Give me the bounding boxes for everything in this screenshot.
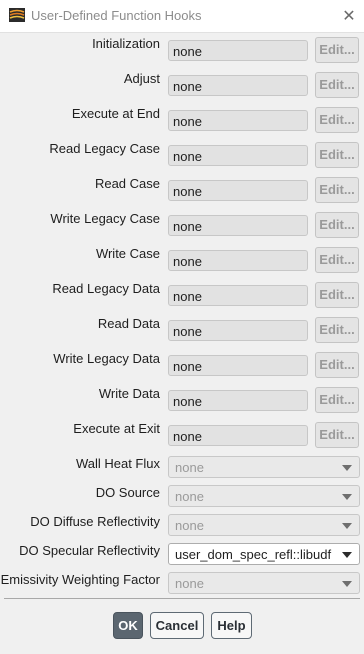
chevron-down-icon	[342, 552, 352, 558]
chevron-down-icon	[342, 465, 352, 471]
hook-label: Read Legacy Case	[49, 141, 160, 156]
dropdown-label: DO Diffuse Reflectivity	[30, 514, 160, 529]
fluent-app-icon	[9, 8, 25, 22]
initialization-edit-button[interactable]: Edit...	[315, 37, 359, 63]
dropdown-row-wall-heat-flux: Wall Heat Flux none	[0, 456, 364, 486]
do-specular-reflectivity-select[interactable]: user_dom_spec_refl::libudf	[168, 543, 360, 565]
hook-row-read-legacy-case: Read Legacy Case none Edit...	[0, 141, 364, 171]
execute-at-exit-field: none	[168, 425, 308, 446]
hook-label: Read Data	[97, 316, 160, 331]
chevron-down-icon	[342, 581, 352, 587]
execute-at-end-edit-button[interactable]: Edit...	[315, 107, 359, 133]
select-value: user_dom_spec_refl::libudf	[175, 547, 332, 562]
write-legacy-data-field: none	[168, 355, 308, 376]
adjust-field: none	[168, 75, 308, 96]
wall-heat-flux-select: none	[168, 456, 360, 478]
hook-label: Write Data	[98, 386, 160, 401]
write-legacy-case-edit-button[interactable]: Edit...	[315, 212, 359, 238]
hook-row-execute-at-end: Execute at End none Edit...	[0, 106, 364, 136]
dropdown-label: Emissivity Weighting Factor	[0, 572, 160, 587]
write-case-field: none	[168, 250, 308, 271]
dropdown-row-do-specular-reflectivity: DO Specular Reflectivity user_dom_spec_re…	[0, 543, 364, 573]
read-legacy-data-edit-button[interactable]: Edit...	[315, 282, 359, 308]
hook-row-write-legacy-data: Write Legacy Data none Edit...	[0, 351, 364, 381]
select-value: none	[175, 576, 204, 591]
hook-row-read-case: Read Case none Edit...	[0, 176, 364, 206]
hook-label: Read Case	[94, 176, 160, 191]
hook-label: Read Legacy Data	[52, 281, 160, 296]
dropdown-label: DO Specular Reflectivity	[19, 543, 160, 558]
hook-label: Write Legacy Data	[53, 351, 160, 366]
chevron-down-icon	[342, 494, 352, 500]
dropdown-label: Wall Heat Flux	[75, 456, 160, 471]
write-data-field: none	[168, 390, 308, 411]
write-case-edit-button[interactable]: Edit...	[315, 247, 359, 273]
read-case-field: none	[168, 180, 308, 201]
hook-label: Write Case	[95, 246, 160, 261]
dropdown-row-do-diffuse-reflectivity: DO Diffuse Reflectivity none	[0, 514, 364, 544]
hook-label: Execute at Exit	[73, 421, 160, 436]
help-button[interactable]: Help	[211, 612, 252, 639]
hook-row-write-case: Write Case none Edit...	[0, 246, 364, 276]
dropdown-label: DO Source	[95, 485, 160, 500]
hook-row-initialization: Initialization none Edit...	[0, 36, 364, 66]
hook-label: Write Legacy Case	[50, 211, 160, 226]
hook-row-read-data: Read Data none Edit...	[0, 316, 364, 346]
select-value: none	[175, 489, 204, 504]
write-legacy-data-edit-button[interactable]: Edit...	[315, 352, 359, 378]
hook-label: Initialization	[92, 36, 160, 51]
do-source-select: none	[168, 485, 360, 507]
select-value: none	[175, 460, 204, 475]
hook-row-read-legacy-data: Read Legacy Data none Edit...	[0, 281, 364, 311]
read-legacy-case-field: none	[168, 145, 308, 166]
read-case-edit-button[interactable]: Edit...	[315, 177, 359, 203]
read-legacy-data-field: none	[168, 285, 308, 306]
hook-label: Adjust	[123, 71, 160, 86]
initialization-field: none	[168, 40, 308, 61]
hook-row-adjust: Adjust none Edit...	[0, 71, 364, 101]
execute-at-end-field: none	[168, 110, 308, 131]
emissivity-weighting-factor-select: none	[168, 572, 360, 594]
ok-button[interactable]: OK	[113, 612, 143, 639]
close-icon[interactable]: ✕	[334, 0, 364, 32]
hook-label: Execute at End	[71, 106, 160, 121]
chevron-down-icon	[342, 523, 352, 529]
read-data-field: none	[168, 320, 308, 341]
hook-row-write-data: Write Data none Edit...	[0, 386, 364, 416]
write-legacy-case-field: none	[168, 215, 308, 236]
select-value: none	[175, 518, 204, 533]
read-data-edit-button[interactable]: Edit...	[315, 317, 359, 343]
execute-at-exit-edit-button[interactable]: Edit...	[315, 422, 359, 448]
hook-row-execute-at-exit: Execute at Exit none Edit...	[0, 421, 364, 451]
hook-row-write-legacy-case: Write Legacy Case none Edit...	[0, 211, 364, 241]
title-bar: User-Defined Function Hooks ✕	[0, 0, 364, 33]
write-data-edit-button[interactable]: Edit...	[315, 387, 359, 413]
do-diffuse-reflectivity-select: none	[168, 514, 360, 536]
dropdown-row-do-source: DO Source none	[0, 485, 364, 515]
cancel-button[interactable]: Cancel	[150, 612, 204, 639]
divider	[4, 598, 360, 599]
adjust-edit-button[interactable]: Edit...	[315, 72, 359, 98]
read-legacy-case-edit-button[interactable]: Edit...	[315, 142, 359, 168]
window-title: User-Defined Function Hooks	[31, 8, 202, 23]
